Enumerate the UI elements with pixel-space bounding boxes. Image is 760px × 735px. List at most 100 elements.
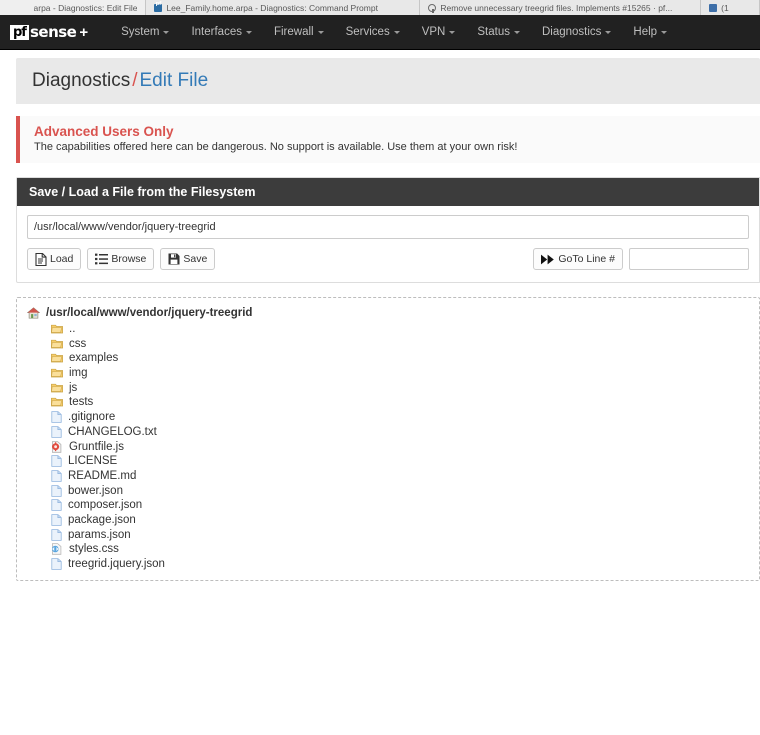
list-icon — [95, 253, 109, 265]
file-browser-entry-label: params.json — [68, 528, 131, 541]
alert-body: The capabilities offered here can be dan… — [34, 141, 518, 153]
nav-item-services[interactable]: Services — [335, 15, 411, 50]
breadcrumb-section: Diagnostics — [32, 70, 131, 91]
file-browser-entry-examples[interactable]: examples — [27, 351, 749, 366]
floppy-disk-icon — [168, 253, 180, 265]
nav-item-interfaces-label: Interfaces — [191, 26, 242, 38]
file-icon — [51, 455, 62, 468]
file-browser-entry-tests[interactable]: tests — [27, 395, 749, 410]
brand-name: sense — [29, 23, 77, 41]
file-icon — [35, 252, 47, 266]
goto-line-input[interactable] — [629, 248, 749, 270]
file-browser-entry-label: composer.json — [68, 499, 143, 512]
file-browser-entry-readme[interactable]: README.md — [27, 469, 749, 484]
goto-line-button[interactable]: GoTo Line # — [533, 248, 623, 270]
file-browser-entry-js[interactable]: js — [27, 380, 749, 395]
browser-tab-2-label: Remove unnecessary treegrid files. Imple… — [440, 2, 673, 13]
file-browser-entry-changelog[interactable]: CHANGELOG.txt — [27, 425, 749, 440]
chevron-down-icon — [245, 30, 252, 34]
file-browser-entry-license[interactable]: LICENSE — [27, 454, 749, 469]
file-browser-entry-label: examples — [69, 352, 119, 365]
file-browser-entry-label: .. — [69, 323, 76, 336]
chevron-down-icon — [163, 30, 170, 34]
code-file-icon — [51, 543, 63, 556]
file-browser-entry-label: Gruntfile.js — [69, 440, 124, 453]
nav-item-vpn[interactable]: VPN — [411, 15, 467, 50]
nav-item-system[interactable]: System — [110, 15, 180, 50]
pfsense-favicon: pf — [154, 1, 163, 12]
fast-forward-icon — [541, 254, 555, 265]
nav-item-help-label: Help — [633, 26, 658, 38]
brand-plus: + — [79, 23, 89, 41]
folder-icon — [51, 368, 63, 378]
file-browser: /usr/local/www/vendor/jquery-treegrid ..… — [16, 297, 760, 582]
nav-item-vpn-label: VPN — [421, 26, 446, 38]
nav-item-firewall[interactable]: Firewall — [263, 15, 335, 50]
browser-tab-0[interactable]: arpa - Diagnostics: Edit File — [0, 0, 147, 15]
panel-body: Load Browse — [17, 206, 759, 282]
file-browser-entry-label: styles.css — [69, 543, 119, 556]
file-browser-entry-dotdot[interactable]: .. — [27, 322, 749, 337]
nav-item-status[interactable]: Status — [466, 15, 531, 50]
chevron-down-icon — [317, 30, 324, 34]
page-content: Diagnostics / Edit File Advanced Users Onl… — [0, 50, 760, 582]
breadcrumb: Diagnostics / Edit File — [16, 58, 760, 104]
save-button-label: Save — [183, 253, 208, 265]
file-browser-entry-label: img — [69, 367, 88, 380]
browser-tab-0-label: arpa - Diagnostics: Edit File — [33, 2, 138, 13]
folder-icon — [51, 397, 63, 407]
nav-item-diagnostics-label: Diagnostics — [541, 26, 602, 38]
nav-item-status-label: Status — [477, 26, 510, 38]
file-browser-entry-params-json[interactable]: params.json — [27, 527, 749, 542]
file-browser-root[interactable]: /usr/local/www/vendor/jquery-treegrid — [27, 306, 749, 321]
file-browser-entry-package-json[interactable]: package.json — [27, 513, 749, 528]
file-browser-entry-label: treegrid.jquery.json — [68, 558, 165, 571]
load-button[interactable]: Load — [27, 248, 82, 270]
nav-item-diagnostics[interactable]: Diagnostics — [531, 15, 622, 50]
nav-item-help[interactable]: Help — [622, 15, 678, 50]
chevron-down-icon — [393, 30, 400, 34]
alert-title: Advanced Users Only — [34, 124, 174, 139]
chevron-down-icon — [449, 30, 456, 34]
browser-tab-2[interactable]: Remove unnecessary treegrid files. Imple… — [420, 0, 702, 15]
file-browser-entry-gitignore[interactable]: .gitignore — [27, 410, 749, 425]
save-button[interactable]: Save — [160, 248, 216, 270]
main-navbar: pf sense + System Interfaces Firewall Serv… — [0, 15, 760, 50]
github-favicon — [428, 3, 437, 13]
browse-button[interactable]: Browse — [87, 248, 155, 270]
browser-tab-1[interactable]: pf Lee_Family.home.arpa - Diagnostics: C… — [146, 0, 421, 15]
file-icon — [51, 499, 62, 512]
browse-button-label: Browse — [111, 253, 147, 265]
nav-item-system-label: System — [121, 26, 160, 38]
file-browser-entry-img[interactable]: img — [27, 366, 749, 381]
file-browser-entry-label: bower.json — [68, 484, 123, 497]
browser-tab-3[interactable]: (1 — [701, 0, 760, 15]
browser-tab-strip: arpa - Diagnostics: Edit File pf Lee_Fam… — [0, 0, 760, 15]
nav-item-interfaces[interactable]: Interfaces — [180, 15, 263, 50]
file-browser-entry-label: CHANGELOG.txt — [68, 425, 157, 438]
file-browser-entry-label: js — [69, 381, 78, 394]
panel-heading: Save / Load a File from the Filesystem — [17, 178, 759, 206]
file-browser-entry-label: .gitignore — [68, 411, 116, 424]
file-browser-entry-bower-json[interactable]: bower.json — [27, 483, 749, 498]
file-browser-entry-composer-json[interactable]: composer.json — [27, 498, 749, 513]
pfsense-logo[interactable]: pf sense + — [10, 23, 88, 41]
file-browser-entry-label: LICENSE — [68, 455, 118, 468]
file-path-input[interactable] — [27, 215, 749, 239]
file-browser-entry-css[interactable]: css — [27, 336, 749, 351]
chart-favicon — [709, 3, 718, 12]
folder-icon — [51, 339, 63, 349]
file-browser-entry-treegrid-jquery-json[interactable]: treegrid.jquery.json — [27, 557, 749, 572]
browser-tab-3-label: (1 — [721, 2, 729, 13]
file-browser-entry-gruntfile[interactable]: Gruntfile.js — [27, 439, 749, 454]
breadcrumb-page[interactable]: Edit File — [140, 70, 209, 91]
file-browser-entry-label: css — [69, 337, 87, 350]
folder-icon — [51, 353, 63, 363]
script-file-icon — [51, 440, 63, 453]
file-icon — [51, 411, 62, 423]
browser-tab-1-label: Lee_Family.home.arpa - Diagnostics: Comm… — [166, 2, 378, 13]
save-load-panel: Save / Load a File from the Filesystem L… — [16, 177, 760, 283]
nav-item-services-label: Services — [345, 26, 390, 38]
brand-logo-mark: pf — [10, 24, 29, 40]
file-browser-entry-styles-css[interactable]: styles.css — [27, 542, 749, 557]
